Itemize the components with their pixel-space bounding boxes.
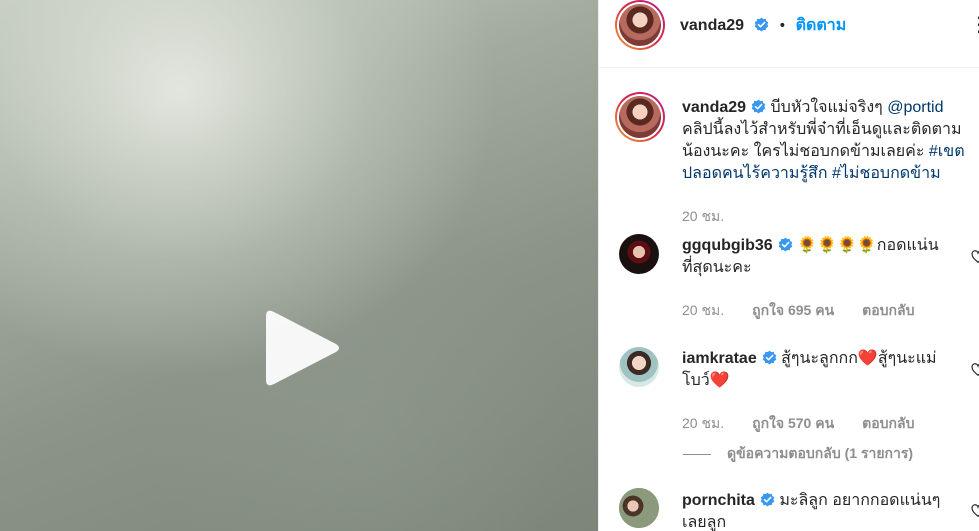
caption-username[interactable]: vanda29 [682, 99, 746, 116]
post-header: vanda29 • ติดตาม ⋮ [599, 0, 979, 68]
heart-outline-icon[interactable] [971, 250, 979, 264]
comment-likes[interactable]: ถูกใจ 570 คน [752, 415, 834, 431]
comment-meta: 20 ชม. ถูกใจ 695 คน ตอบกลับ [682, 300, 943, 322]
comment-avatar[interactable] [619, 234, 659, 274]
comment-username[interactable]: pornchita [682, 492, 755, 509]
replies-divider [683, 453, 711, 455]
post-sidebar: vanda29 • ติดตาม ⋮ vanda29 บีบหัวใจแม่จร… [598, 0, 979, 531]
verified-badge-icon [754, 17, 769, 32]
caption-author-avatar[interactable] [615, 92, 665, 142]
heart-outline-icon[interactable] [971, 363, 979, 377]
heart-outline-icon[interactable] [971, 504, 979, 518]
comment-username[interactable]: iamkratae [682, 350, 757, 367]
comment-username[interactable]: ggqubgib36 [682, 237, 773, 254]
comment-avatar[interactable] [619, 347, 659, 387]
comment-text: ggqubgib36 🌻🌻🌻🌻กอดแน่นที่สุดนะคะ [682, 235, 962, 279]
view-replies-button[interactable]: ดูข้อความตอบกลับ (1 รายการ) [683, 443, 913, 465]
verified-badge-icon [778, 237, 792, 252]
caption-timestamp[interactable]: 20 ชม. [682, 206, 724, 228]
comment-meta: 20 ชม. ถูกใจ 570 คน ตอบกลับ [682, 413, 943, 435]
verified-badge-icon [762, 350, 776, 365]
comment-text: iamkratae สู้ๆนะลูกกก❤️สู้ๆนะแม่โบว์❤️ [682, 348, 962, 392]
hashtag-link-2[interactable]: #ไม่ชอบกดข้าม [832, 165, 941, 182]
view-replies-label: ดูข้อความตอบกลับ (1 รายการ) [727, 445, 914, 461]
caption-body-2: คลิปนี้ลงไว้สำหรับพี่จ๋าที่เอ็นดูและติดต… [682, 121, 962, 160]
comment-timestamp[interactable]: 20 ชม. [682, 302, 724, 318]
verified-badge-icon [751, 99, 766, 114]
caption-body-1: บีบหัวใจแม่จริงๆ [770, 99, 888, 116]
follow-button[interactable]: ติดตาม [796, 17, 847, 34]
caption-text: vanda29 บีบหัวใจแม่จริงๆ @portid คลิปนี้… [682, 97, 974, 185]
mention-link[interactable]: @portid [887, 99, 943, 116]
author-username[interactable]: vanda29 [680, 17, 744, 34]
more-options-icon[interactable]: ⋮ [969, 14, 979, 34]
comment-text: pornchita มะลิลูก อยากกอดแน่นๆ เลยลูก [682, 490, 962, 531]
author-avatar[interactable] [615, 0, 665, 50]
play-icon[interactable] [262, 308, 342, 388]
reply-button[interactable]: ตอบกลับ [862, 302, 914, 318]
comment-timestamp[interactable]: 20 ชม. [682, 415, 724, 431]
verified-badge-icon [760, 492, 775, 507]
reply-button[interactable]: ตอบกลับ [862, 415, 914, 431]
video-player[interactable] [0, 0, 598, 531]
separator-dot: • [778, 18, 787, 34]
comment-likes[interactable]: ถูกใจ 695 คน [752, 302, 834, 318]
comment-avatar[interactable] [619, 488, 659, 528]
